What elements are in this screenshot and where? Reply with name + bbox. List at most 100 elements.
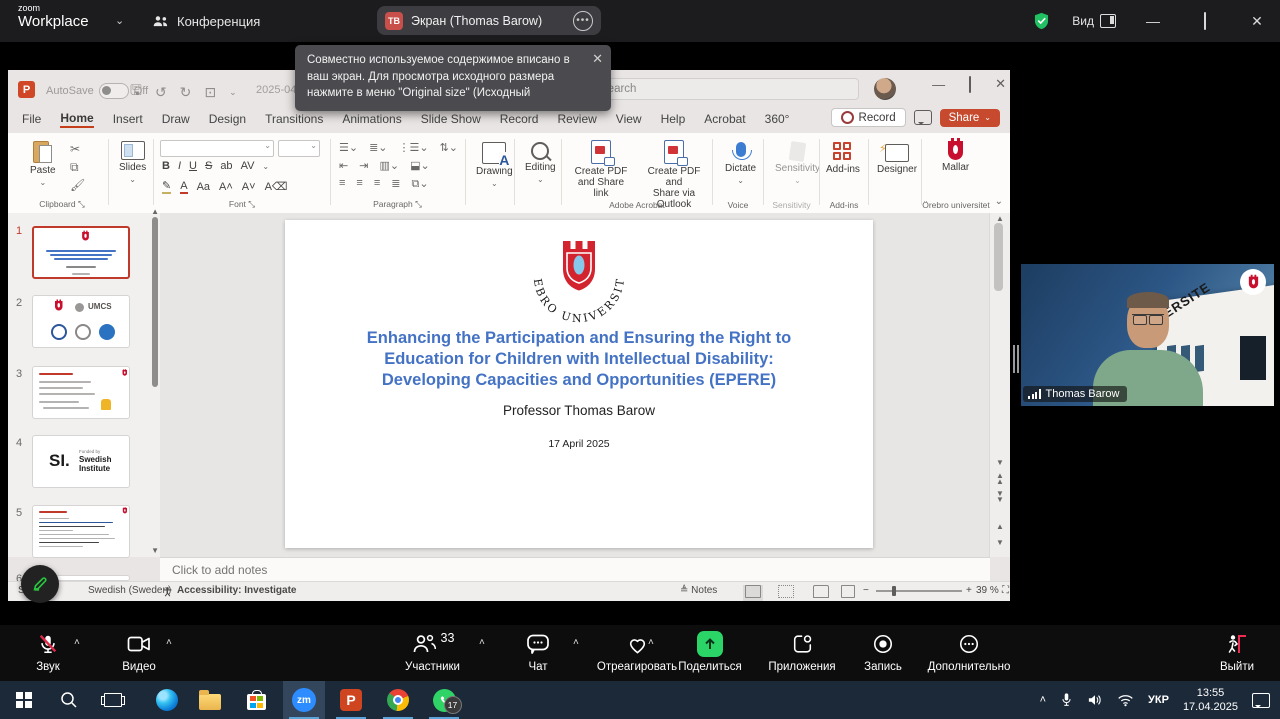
numbering-button[interactable]: ≣⌄: [369, 141, 387, 154]
increase-indent-button[interactable]: ⇥: [359, 159, 368, 172]
present-button[interactable]: ⊡: [204, 84, 216, 101]
notes-scroll-up-icon[interactable]: ▲: [990, 523, 1010, 531]
view-button[interactable]: Вид: [1072, 14, 1116, 28]
tray-chevron-up-icon[interactable]: ˄: [1040, 694, 1046, 706]
thumb-scroll-up-icon[interactable]: ▲: [151, 207, 159, 216]
fit-slide-to-window-icon[interactable]: ⛶: [1002, 585, 1009, 596]
taskbar-clock[interactable]: 13:55 17.04.2025: [1183, 686, 1238, 715]
tab-options-icon[interactable]: •••: [573, 11, 593, 31]
drawing-button[interactable]: Drawing⌄: [476, 142, 513, 188]
decrease-indent-button[interactable]: ⇤: [339, 159, 348, 172]
ppt-restore-button[interactable]: [969, 77, 971, 92]
create-pdf-share-link-button[interactable]: Create PDF and Share link: [570, 140, 632, 199]
notes-scroll-down-icon[interactable]: ▼: [990, 539, 1010, 547]
leave-button[interactable]: Выйти: [1206, 631, 1268, 673]
search-input[interactable]: Search: [571, 78, 859, 100]
audio-options-chevron-icon[interactable]: ˄: [74, 637, 80, 648]
tab-help[interactable]: Help: [661, 112, 686, 126]
text-direction-button[interactable]: ⬓⌄: [410, 159, 430, 172]
tray-microphone-icon[interactable]: [1060, 692, 1073, 708]
cut-icon[interactable]: ✂: [70, 143, 80, 155]
tray-wifi-icon[interactable]: [1117, 694, 1134, 707]
font-color-button[interactable]: A: [180, 180, 187, 194]
slideshow-view-icon[interactable]: [841, 585, 855, 601]
convert-smartart-button[interactable]: ⧉⌄: [411, 177, 428, 191]
previous-slide-icon[interactable]: ▲▲: [990, 473, 1010, 484]
record-button[interactable]: Record: [831, 108, 906, 127]
italic-button[interactable]: I: [178, 160, 181, 172]
record-meeting-button[interactable]: Запись: [848, 631, 918, 673]
redo-button[interactable]: ↻: [180, 84, 192, 101]
restore-button[interactable]: [1190, 13, 1220, 29]
taskbar-edge[interactable]: [146, 681, 188, 719]
chat-button[interactable]: Чат: [505, 631, 571, 673]
editing-button[interactable]: Editing⌄: [525, 142, 556, 184]
shrink-font-button[interactable]: A˅: [242, 181, 256, 193]
tab-record[interactable]: Record: [500, 112, 539, 126]
taskbar-search-button[interactable]: [48, 681, 90, 719]
tab-screen-share[interactable]: TB Экран (Thomas Barow) •••: [377, 6, 601, 35]
align-center-button[interactable]: ≡: [356, 177, 362, 191]
scrollbar-thumb[interactable]: [994, 223, 1003, 291]
tab-animations[interactable]: Animations: [342, 112, 401, 126]
taskbar-whatsapp[interactable]: 17: [423, 681, 465, 719]
slide-thumbnail-5[interactable]: [32, 505, 130, 558]
action-center-icon[interactable]: [1252, 693, 1270, 708]
zoom-slider-handle[interactable]: [892, 586, 896, 596]
notes-toggle[interactable]: ≜ Notes: [680, 585, 717, 596]
format-painter-icon[interactable]: 🖌: [70, 179, 85, 191]
slide-thumbnail-1[interactable]: [32, 226, 130, 279]
highlight-pen-button[interactable]: ✎: [162, 179, 171, 194]
tab-draw[interactable]: Draw: [162, 112, 190, 126]
close-button[interactable]: ✕: [1242, 13, 1272, 30]
strikethrough-button[interactable]: S: [205, 160, 212, 172]
accessibility-status[interactable]: Accessibility: Investigate: [177, 585, 297, 596]
justify-button[interactable]: ≣: [391, 177, 400, 191]
save-button[interactable]: 🖫: [130, 80, 142, 104]
comments-icon[interactable]: [914, 110, 932, 125]
tab-acrobat[interactable]: Acrobat: [704, 112, 745, 126]
workspace-chevron-down-icon[interactable]: ⌄: [115, 14, 124, 27]
grow-font-button[interactable]: A˄: [219, 181, 233, 193]
zoom-percentage[interactable]: 39 %: [976, 585, 999, 596]
notes-pane[interactable]: Click to add notes: [160, 557, 990, 583]
share-button[interactable]: Share⌄: [940, 109, 1000, 127]
mallar-button[interactable]: Mallar: [942, 141, 969, 173]
change-case-button[interactable]: Aa: [197, 181, 210, 193]
account-avatar[interactable]: [874, 78, 896, 100]
participant-video[interactable]: UNIVERSITE Thomas Barow: [1021, 264, 1274, 406]
scroll-up-icon[interactable]: ▲: [990, 215, 1010, 223]
qat-chevron-icon[interactable]: ⌄: [229, 87, 237, 98]
ppt-minimize-button[interactable]: —: [932, 77, 945, 92]
clear-formatting-button[interactable]: A⌫: [265, 180, 288, 193]
new-slide-button[interactable]: Slides⌄: [119, 141, 146, 184]
next-slide-icon[interactable]: ▼▼: [990, 491, 1010, 502]
tab-home[interactable]: Home: [60, 111, 93, 128]
indent-list-button[interactable]: ⋮☰⌄: [399, 141, 429, 154]
font-name-combobox[interactable]: [160, 140, 274, 157]
participants-chevron-icon[interactable]: ˄: [479, 637, 485, 648]
bold-button[interactable]: B: [162, 160, 170, 172]
reading-view-icon[interactable]: [813, 585, 829, 601]
tab-design[interactable]: Design: [209, 112, 246, 126]
normal-view-icon[interactable]: [743, 585, 763, 601]
participants-button[interactable]: 33 Участники: [385, 631, 480, 673]
text-shadow-button[interactable]: ab: [220, 160, 232, 172]
zoom-slider[interactable]: [876, 590, 962, 592]
start-button[interactable]: [3, 681, 45, 719]
tab-file[interactable]: File: [22, 112, 41, 126]
slide-canvas[interactable]: ÖREBRO UNIVERSITET Enhancing the Partici…: [160, 213, 990, 557]
audio-button[interactable]: Звук: [18, 631, 78, 673]
minimize-button[interactable]: —: [1138, 13, 1168, 29]
scroll-down-icon[interactable]: ▼: [990, 459, 1010, 467]
slide-thumbnail-3[interactable]: [32, 366, 130, 419]
tab-conference[interactable]: Конференция: [152, 8, 260, 34]
chat-chevron-icon[interactable]: ˄: [573, 637, 579, 648]
collapse-ribbon-chevron-icon[interactable]: ⌄: [995, 196, 1003, 207]
font-size-combobox[interactable]: [278, 140, 320, 157]
slide-sorter-view-icon[interactable]: [778, 585, 794, 601]
zoom-annotation-button[interactable]: [21, 565, 59, 603]
security-shield-icon[interactable]: [1033, 12, 1050, 30]
thumb-scroll-down-icon[interactable]: ▼: [151, 546, 159, 555]
thumbnail-scrollbar[interactable]: [152, 217, 158, 387]
